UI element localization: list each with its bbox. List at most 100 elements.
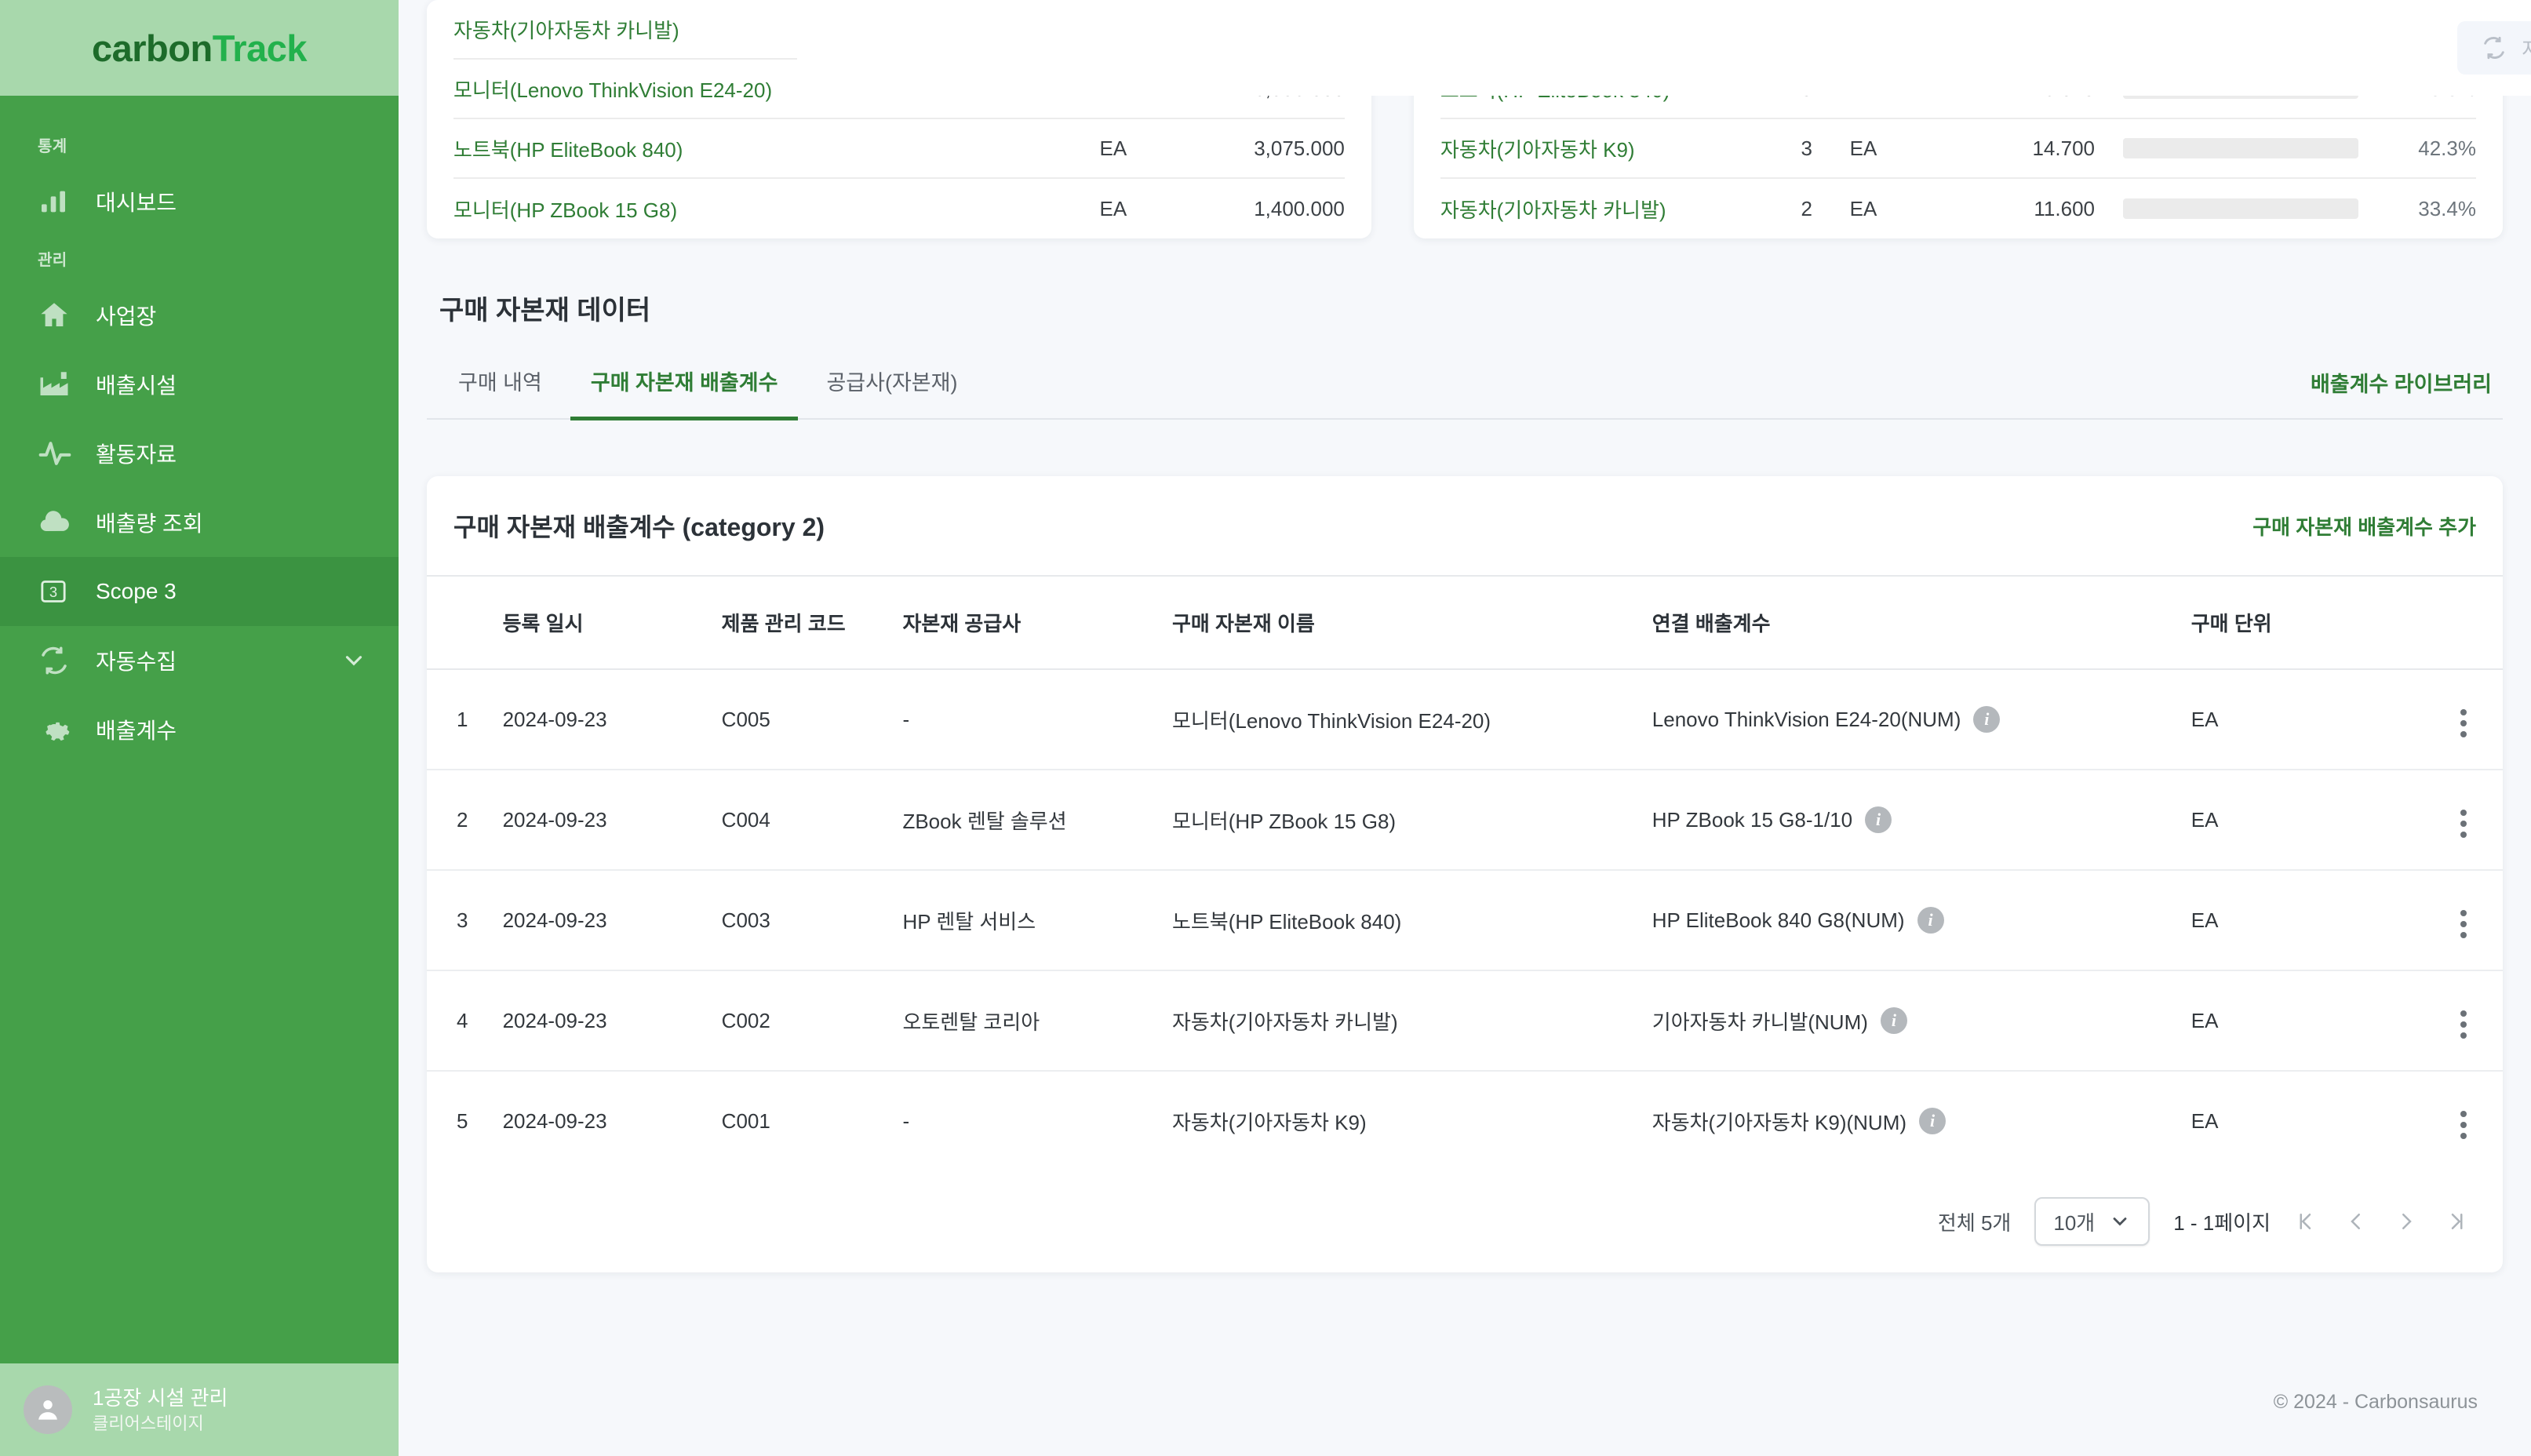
- table-card-header: 구매 자본재 배출계수 (category 2) 구매 자본재 배출계수 추가: [427, 476, 2503, 577]
- table-row[interactable]: 5 2024-09-23 C001 - 자동차(기아자동차 K9) 자동차(기아…: [427, 1071, 2503, 1170]
- sidebar-item-emission-facility[interactable]: 배출시설: [0, 350, 399, 419]
- sidebar-item-label-workplace: 사업장: [96, 304, 157, 329]
- column-header-supplier: 자본재 공급사: [902, 577, 1172, 670]
- stat-row-qty: 3: [1801, 136, 1812, 160]
- sidebar-item-auto-collect[interactable]: 자동수집: [0, 626, 399, 695]
- cell-code: C003: [721, 870, 903, 971]
- row-menu-icon[interactable]: [2456, 905, 2471, 943]
- row-menu-icon[interactable]: [2456, 1106, 2471, 1144]
- cell-supplier: HP 렌탈 서비스: [902, 870, 1172, 971]
- cell-factor: HP ZBook 15 G8-1/10 i: [1652, 770, 2191, 871]
- refresh-icon: [2481, 35, 2507, 61]
- stat-row-value: 11.600: [2034, 196, 2095, 220]
- pagination-total: 전체 5개: [1937, 1210, 2012, 1235]
- column-header-actions: [2402, 577, 2503, 670]
- row-menu-icon[interactable]: [2456, 1006, 2471, 1043]
- cell-date: 2024-09-23: [502, 669, 722, 770]
- info-icon[interactable]: i: [1865, 806, 1892, 833]
- tab-bar: 구매 내역 구매 자본재 배출계수 공급사(자본재) 배출계수 라이브러리: [427, 363, 2503, 420]
- sidebar-item-workplace[interactable]: 사업장: [0, 281, 399, 350]
- cell-code: C004: [721, 770, 903, 871]
- stat-row-unit: EA: [1849, 196, 1877, 220]
- footer-copyright: © 2024 - Carbonsaurus: [2273, 1391, 2478, 1413]
- table-row[interactable]: 1 2024-09-23 C005 - 모니터(Lenovo ThinkVisi…: [427, 669, 2503, 770]
- table-row[interactable]: 4 2024-09-23 C002 오토렌탈 코리아 자동차(기아자동차 카니발…: [427, 970, 2503, 1072]
- cell-name: 모니터(Lenovo ThinkVision E24-20): [1171, 669, 1652, 770]
- cell-unit: EA: [2190, 669, 2402, 770]
- cell-code: C005: [721, 669, 903, 770]
- info-icon[interactable]: i: [1917, 907, 1944, 934]
- cell-factor-text: 자동차(기아자동차 K9)(NUM): [1652, 1110, 1907, 1134]
- stat-row-name: 자동차(기아자동차 카니발): [1440, 198, 1666, 222]
- chevron-down-icon[interactable]: [341, 647, 367, 674]
- cell-date: 2024-09-23: [502, 1108, 607, 1133]
- activity-pulse-icon: [38, 436, 78, 471]
- info-icon[interactable]: i: [1919, 1108, 1947, 1134]
- cell-factor: HP EliteBook 840 G8(NUM) i: [1652, 870, 2191, 971]
- add-emission-factor-link[interactable]: 구매 자본재 배출계수 추가: [2252, 511, 2476, 541]
- page-size-select[interactable]: 10개: [2034, 1197, 2150, 1246]
- sidebar-user-meta: 1공장 시설 관리 클리어스테이지: [72, 1385, 228, 1436]
- cell-factor: 기아자동차 카니발(NUM) i: [1652, 970, 2191, 1072]
- stat-row-percent: 42.3%: [2418, 136, 2476, 160]
- tab-purchase-history[interactable]: 구매 내역: [438, 366, 563, 420]
- sidebar-item-scope-3[interactable]: 3 Scope 3: [0, 557, 399, 626]
- stat-row-name: 모니터(HP ZBook 15 G8): [453, 198, 678, 222]
- cell-code: C001: [721, 1108, 770, 1133]
- sidebar-item-activity-data[interactable]: 활동자료: [0, 419, 399, 488]
- first-page-icon[interactable]: [2294, 1210, 2318, 1233]
- row-menu-icon[interactable]: [2456, 805, 2471, 843]
- cell-name: 자동차(기아자동차 카니발): [1171, 970, 1652, 1072]
- sidebar-item-emission-factor[interactable]: 배출계수: [0, 695, 399, 764]
- stat-row-progress: [2123, 138, 2358, 158]
- cell-index: 4: [427, 970, 503, 1072]
- tab-supplier-capital-goods[interactable]: 공급사(자본재): [806, 366, 978, 420]
- row-menu-icon[interactable]: [2456, 704, 2471, 742]
- cell-factor-text: Lenovo ThinkVision E24-20(NUM): [1652, 707, 1961, 731]
- info-icon[interactable]: i: [1973, 706, 2001, 733]
- cell-actions: [2402, 870, 2503, 971]
- tab-capital-goods-emission-factor[interactable]: 구매 자본재 배출계수: [570, 366, 799, 420]
- table-row[interactable]: 2 2024-09-23 C004 ZBook 렌탈 솔루션 모니터(HP ZB…: [427, 770, 2503, 871]
- sidebar-item-label-emission-facility: 배출시설: [96, 373, 177, 398]
- stat-row-name: 자동차(기아자동차 K9): [1440, 137, 1635, 162]
- topbar: 자동 수집 작업 18:58: [797, 0, 2531, 96]
- cloud-icon: [38, 505, 78, 540]
- last-page-icon[interactable]: [2445, 1210, 2468, 1233]
- sidebar-nav: 통계 대시보드 관리 사업장 배출시설 활동자료 배출량 조회 3 Scope …: [0, 96, 399, 1363]
- column-header-name: 구매 자본재 이름: [1171, 577, 1652, 670]
- sidebar-item-emission-lookup[interactable]: 배출량 조회: [0, 488, 399, 557]
- page-title: 구매 자본재 데이터: [439, 296, 651, 326]
- emission-factor-table: 등록 일시 제품 관리 코드 자본재 공급사 구매 자본재 이름 연결 배출계수…: [427, 577, 2503, 1170]
- cell-index: 3: [427, 870, 503, 971]
- sidebar-item-dashboard[interactable]: 대시보드: [0, 167, 399, 236]
- stat-row[interactable]: 자동차(기아자동차 K9) 3 EA 14.700 42.3%: [1440, 119, 2476, 179]
- cell-supplier: 오토렌탈 코리아: [902, 970, 1172, 1072]
- factory-icon: [38, 368, 78, 401]
- brand-logo[interactable]: carbonTrack: [0, 0, 399, 96]
- gear-icon: [38, 713, 78, 746]
- auto-collect-job-button[interactable]: 자동 수집 작업: [2457, 21, 2531, 75]
- sidebar-item-label-auto-collect: 자동수집: [96, 650, 177, 674]
- cell-unit: EA: [2190, 1108, 2219, 1133]
- cell-actions: [2402, 669, 2503, 770]
- sidebar: carbonTrack 통계 대시보드 관리 사업장 배출시설 활동자료 배출량…: [0, 0, 399, 1456]
- next-page-icon[interactable]: [2394, 1210, 2418, 1233]
- sidebar-user-card[interactable]: 1공장 시설 관리 클리어스테이지: [0, 1363, 399, 1456]
- prev-page-icon[interactable]: [2344, 1210, 2368, 1233]
- column-header-unit: 구매 단위: [2190, 577, 2402, 670]
- sync-icon: [38, 644, 78, 677]
- stat-row[interactable]: 노트북(HP EliteBook 840) EA 3,075.000: [453, 119, 1345, 179]
- emission-factor-table-card: 구매 자본재 배출계수 (category 2) 구매 자본재 배출계수 추가 …: [427, 476, 2503, 1272]
- stat-row[interactable]: 자동차(기아자동차 카니발) 2 EA 11.600 33.4%: [1440, 179, 2476, 238]
- table-head: 등록 일시 제품 관리 코드 자본재 공급사 구매 자본재 이름 연결 배출계수…: [427, 577, 2503, 670]
- stat-row-value: 14.700: [2032, 136, 2095, 160]
- info-icon[interactable]: i: [1880, 1007, 1907, 1034]
- auto-collect-job-label: 자동 수집 작업: [2522, 34, 2531, 63]
- column-header-index: [427, 577, 503, 670]
- table-row[interactable]: 3 2024-09-23 C003 HP 렌탈 서비스 노트북(HP Elite…: [427, 870, 2503, 971]
- stat-row-qty: 2: [1801, 196, 1812, 220]
- stat-row[interactable]: 모니터(HP ZBook 15 G8) EA 1,400.000: [453, 179, 1345, 238]
- emission-factor-library-link[interactable]: 배출계수 라이브러리: [2311, 367, 2492, 418]
- column-header-code: 제품 관리 코드: [721, 577, 903, 670]
